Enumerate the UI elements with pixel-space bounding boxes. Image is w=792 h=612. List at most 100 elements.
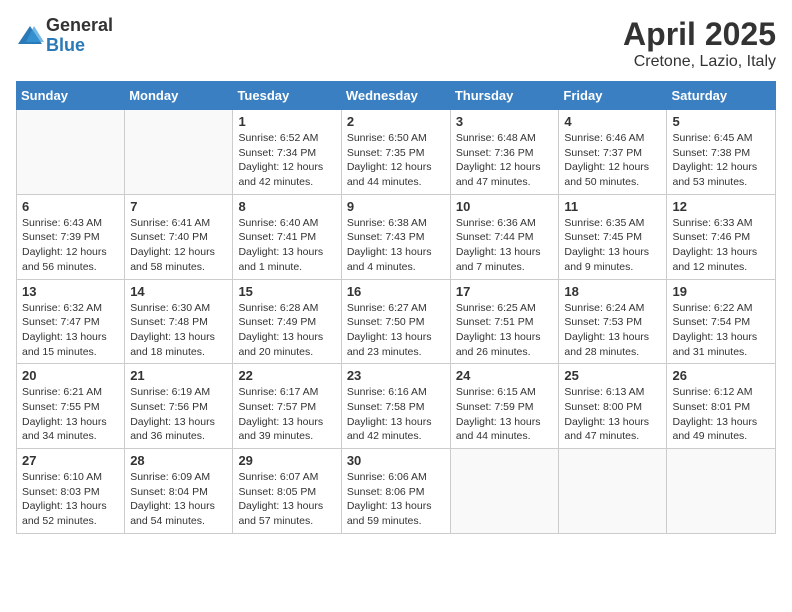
- day-number: 9: [347, 199, 445, 214]
- day-header-monday: Monday: [125, 82, 233, 110]
- calendar-day-cell: 3 Sunrise: 6:48 AM Sunset: 7:36 PM Daylig…: [450, 110, 559, 195]
- calendar-day-cell: 23 Sunrise: 6:16 AM Sunset: 7:58 PM Dayli…: [341, 364, 450, 449]
- day-header-friday: Friday: [559, 82, 667, 110]
- day-info: Sunrise: 6:10 AM Sunset: 8:03 PM Dayligh…: [22, 470, 119, 529]
- day-number: 26: [672, 368, 770, 383]
- calendar-day-cell: 28 Sunrise: 6:09 AM Sunset: 8:04 PM Dayli…: [125, 449, 233, 534]
- calendar-day-cell: [17, 110, 125, 195]
- calendar-day-cell: 16 Sunrise: 6:27 AM Sunset: 7:50 PM Dayli…: [341, 279, 450, 364]
- calendar-day-cell: 24 Sunrise: 6:15 AM Sunset: 7:59 PM Dayli…: [450, 364, 559, 449]
- day-info: Sunrise: 6:24 AM Sunset: 7:53 PM Dayligh…: [564, 301, 661, 360]
- day-info: Sunrise: 6:15 AM Sunset: 7:59 PM Dayligh…: [456, 385, 554, 444]
- calendar-day-cell: 2 Sunrise: 6:50 AM Sunset: 7:35 PM Daylig…: [341, 110, 450, 195]
- calendar-day-cell: 27 Sunrise: 6:10 AM Sunset: 8:03 PM Dayli…: [17, 449, 125, 534]
- calendar-day-cell: 8 Sunrise: 6:40 AM Sunset: 7:41 PM Daylig…: [233, 194, 341, 279]
- day-info: Sunrise: 6:41 AM Sunset: 7:40 PM Dayligh…: [130, 216, 227, 275]
- day-number: 30: [347, 453, 445, 468]
- day-header-wednesday: Wednesday: [341, 82, 450, 110]
- day-number: 12: [672, 199, 770, 214]
- day-info: Sunrise: 6:45 AM Sunset: 7:38 PM Dayligh…: [672, 131, 770, 190]
- day-info: Sunrise: 6:09 AM Sunset: 8:04 PM Dayligh…: [130, 470, 227, 529]
- day-number: 21: [130, 368, 227, 383]
- day-header-sunday: Sunday: [17, 82, 125, 110]
- day-number: 2: [347, 114, 445, 129]
- calendar-day-cell: 22Sunrise: 6:17 AM Sunset: 7:57 PM Dayli…: [233, 364, 341, 449]
- calendar-day-cell: 11Sunrise: 6:35 AM Sunset: 7:45 PM Dayli…: [559, 194, 667, 279]
- calendar-day-cell: 25Sunrise: 6:13 AM Sunset: 8:00 PM Dayli…: [559, 364, 667, 449]
- calendar-table: SundayMondayTuesdayWednesdayThursdayFrid…: [16, 81, 776, 534]
- calendar-day-cell: 5 Sunrise: 6:45 AM Sunset: 7:38 PM Daylig…: [667, 110, 776, 195]
- day-info: Sunrise: 6:07 AM Sunset: 8:05 PM Dayligh…: [238, 470, 335, 529]
- day-info: Sunrise: 6:13 AM Sunset: 8:00 PM Dayligh…: [564, 385, 661, 444]
- day-info: Sunrise: 6:27 AM Sunset: 7:50 PM Dayligh…: [347, 301, 445, 360]
- calendar-day-cell: 9 Sunrise: 6:38 AM Sunset: 7:43 PM Daylig…: [341, 194, 450, 279]
- logo-icon: [16, 22, 44, 50]
- day-info: Sunrise: 6:48 AM Sunset: 7:36 PM Dayligh…: [456, 131, 554, 190]
- day-info: Sunrise: 6:21 AM Sunset: 7:55 PM Dayligh…: [22, 385, 119, 444]
- day-number: 28: [130, 453, 227, 468]
- subtitle: Cretone, Lazio, Italy: [623, 53, 776, 71]
- day-number: 15: [238, 284, 335, 299]
- calendar-header-row: SundayMondayTuesdayWednesdayThursdayFrid…: [17, 82, 776, 110]
- day-number: 16: [347, 284, 445, 299]
- day-info: Sunrise: 6:28 AM Sunset: 7:49 PM Dayligh…: [238, 301, 335, 360]
- calendar-day-cell: [559, 449, 667, 534]
- day-header-tuesday: Tuesday: [233, 82, 341, 110]
- page-header: General Blue April 2025 Cretone, Lazio, …: [16, 16, 776, 71]
- calendar-day-cell: 6Sunrise: 6:43 AM Sunset: 7:39 PM Daylig…: [17, 194, 125, 279]
- calendar-day-cell: [125, 110, 233, 195]
- calendar-day-cell: 4 Sunrise: 6:46 AM Sunset: 7:37 PM Daylig…: [559, 110, 667, 195]
- day-number: 10: [456, 199, 554, 214]
- calendar-day-cell: 10 Sunrise: 6:36 AM Sunset: 7:44 PM Dayli…: [450, 194, 559, 279]
- logo-text: General Blue: [46, 16, 113, 56]
- calendar-day-cell: 15 Sunrise: 6:28 AM Sunset: 7:49 PM Dayli…: [233, 279, 341, 364]
- day-info: Sunrise: 6:19 AM Sunset: 7:56 PM Dayligh…: [130, 385, 227, 444]
- calendar-day-cell: 20 Sunrise: 6:21 AM Sunset: 7:55 PM Dayli…: [17, 364, 125, 449]
- calendar-week-row: 27 Sunrise: 6:10 AM Sunset: 8:03 PM Dayli…: [17, 449, 776, 534]
- calendar-week-row: 6Sunrise: 6:43 AM Sunset: 7:39 PM Daylig…: [17, 194, 776, 279]
- day-number: 13: [22, 284, 119, 299]
- day-number: 8: [238, 199, 335, 214]
- day-number: 22: [238, 368, 335, 383]
- day-number: 11: [564, 199, 661, 214]
- day-info: Sunrise: 6:36 AM Sunset: 7:44 PM Dayligh…: [456, 216, 554, 275]
- day-info: Sunrise: 6:50 AM Sunset: 7:35 PM Dayligh…: [347, 131, 445, 190]
- calendar-day-cell: 13 Sunrise: 6:32 AM Sunset: 7:47 PM Dayli…: [17, 279, 125, 364]
- calendar-day-cell: 19 Sunrise: 6:22 AM Sunset: 7:54 PM Dayli…: [667, 279, 776, 364]
- calendar-day-cell: 17Sunrise: 6:25 AM Sunset: 7:51 PM Dayli…: [450, 279, 559, 364]
- day-number: 5: [672, 114, 770, 129]
- day-info: Sunrise: 6:46 AM Sunset: 7:37 PM Dayligh…: [564, 131, 661, 190]
- day-info: Sunrise: 6:32 AM Sunset: 7:47 PM Dayligh…: [22, 301, 119, 360]
- calendar-week-row: 20 Sunrise: 6:21 AM Sunset: 7:55 PM Dayli…: [17, 364, 776, 449]
- day-info: Sunrise: 6:33 AM Sunset: 7:46 PM Dayligh…: [672, 216, 770, 275]
- day-number: 4: [564, 114, 661, 129]
- day-number: 19: [672, 284, 770, 299]
- day-info: Sunrise: 6:16 AM Sunset: 7:58 PM Dayligh…: [347, 385, 445, 444]
- day-number: 1: [238, 114, 335, 129]
- day-header-saturday: Saturday: [667, 82, 776, 110]
- day-info: Sunrise: 6:38 AM Sunset: 7:43 PM Dayligh…: [347, 216, 445, 275]
- calendar-week-row: 1Sunrise: 6:52 AM Sunset: 7:34 PM Daylig…: [17, 110, 776, 195]
- calendar-day-cell: 26 Sunrise: 6:12 AM Sunset: 8:01 PM Dayli…: [667, 364, 776, 449]
- calendar-day-cell: 14Sunrise: 6:30 AM Sunset: 7:48 PM Dayli…: [125, 279, 233, 364]
- day-number: 27: [22, 453, 119, 468]
- day-number: 29: [238, 453, 335, 468]
- day-info: Sunrise: 6:12 AM Sunset: 8:01 PM Dayligh…: [672, 385, 770, 444]
- day-number: 6: [22, 199, 119, 214]
- day-info: Sunrise: 6:22 AM Sunset: 7:54 PM Dayligh…: [672, 301, 770, 360]
- day-info: Sunrise: 6:40 AM Sunset: 7:41 PM Dayligh…: [238, 216, 335, 275]
- calendar-day-cell: [667, 449, 776, 534]
- calendar-day-cell: 29 Sunrise: 6:07 AM Sunset: 8:05 PM Dayli…: [233, 449, 341, 534]
- day-number: 7: [130, 199, 227, 214]
- day-header-thursday: Thursday: [450, 82, 559, 110]
- day-number: 20: [22, 368, 119, 383]
- day-number: 24: [456, 368, 554, 383]
- calendar-day-cell: 30Sunrise: 6:06 AM Sunset: 8:06 PM Dayli…: [341, 449, 450, 534]
- logo: General Blue: [16, 16, 113, 56]
- day-number: 14: [130, 284, 227, 299]
- day-number: 23: [347, 368, 445, 383]
- calendar-day-cell: [450, 449, 559, 534]
- calendar-day-cell: 21 Sunrise: 6:19 AM Sunset: 7:56 PM Dayli…: [125, 364, 233, 449]
- title-block: April 2025 Cretone, Lazio, Italy: [623, 16, 776, 71]
- day-number: 3: [456, 114, 554, 129]
